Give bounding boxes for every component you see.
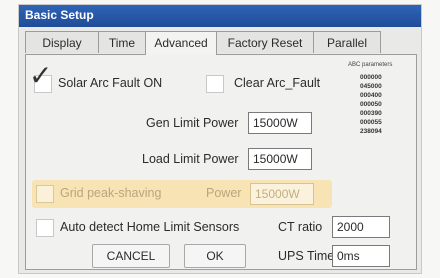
checkmark-icon: ✓	[29, 60, 53, 91]
advanced-panel: ✓ Solar Arc Fault ON Clear Arc_Fault ABC…	[25, 54, 417, 270]
grid-peak-shaving-label: Grid peak-shaving	[60, 186, 162, 200]
abc-parameters-title: ABC parameters	[348, 62, 393, 68]
window-title: Basic Setup	[25, 8, 94, 22]
ups-time-label: UPS Time	[278, 249, 335, 263]
solar-arc-fault-label: Solar Arc Fault ON	[58, 76, 163, 90]
cancel-button[interactable]: CANCEL	[92, 244, 170, 268]
load-limit-power-input[interactable]: 15000W	[248, 148, 312, 170]
solar-arc-fault-checkbox[interactable]: ✓	[29, 62, 52, 93]
grid-peak-shaving-power-input[interactable]: 15000W	[250, 183, 314, 205]
abc-parameters-list: 000000 045000 000400 000050 000390 00005…	[360, 73, 400, 136]
auto-detect-checkbox[interactable]	[36, 219, 54, 237]
abc-parameter-value: 000055	[360, 119, 382, 126]
abc-parameter-value: 238094	[360, 128, 382, 135]
abc-parameter-value: 000400	[360, 92, 382, 99]
tab-parallel[interactable]: Parallel	[313, 31, 381, 53]
tab-factory-reset[interactable]: Factory Reset	[216, 31, 314, 53]
load-limit-power-label: Load Limit Power	[142, 152, 239, 166]
tab-time[interactable]: Time	[98, 31, 146, 53]
basic-setup-window: Basic Setup Display Time Advanced Factor…	[18, 4, 422, 274]
tab-bar: Display Time Advanced Factory Reset Para…	[25, 31, 417, 55]
abc-parameter-value: 000050	[360, 101, 382, 108]
ups-time-input[interactable]: 0ms	[332, 245, 390, 267]
ok-button[interactable]: OK	[184, 244, 246, 268]
tab-advanced[interactable]: Advanced	[145, 31, 217, 55]
auto-detect-label: Auto detect Home Limit Sensors	[60, 220, 240, 234]
abc-parameter-value: 000000	[360, 74, 382, 81]
title-bar: Basic Setup	[19, 5, 421, 27]
grid-peak-shaving-checkbox[interactable]	[36, 185, 54, 203]
tab-display[interactable]: Display	[25, 31, 99, 53]
clear-arc-fault-checkbox[interactable]	[206, 75, 224, 93]
ct-ratio-label: CT ratio	[278, 220, 323, 234]
ct-ratio-input[interactable]: 2000	[332, 216, 390, 238]
abc-parameter-value: 045000	[360, 83, 382, 90]
gen-limit-power-label: Gen Limit Power	[146, 116, 239, 130]
abc-parameter-value: 000390	[360, 110, 382, 117]
clear-arc-fault-label: Clear Arc_Fault	[234, 76, 321, 90]
grid-peak-shaving-power-label: Power	[206, 186, 242, 200]
gen-limit-power-input[interactable]: 15000W	[248, 112, 312, 134]
